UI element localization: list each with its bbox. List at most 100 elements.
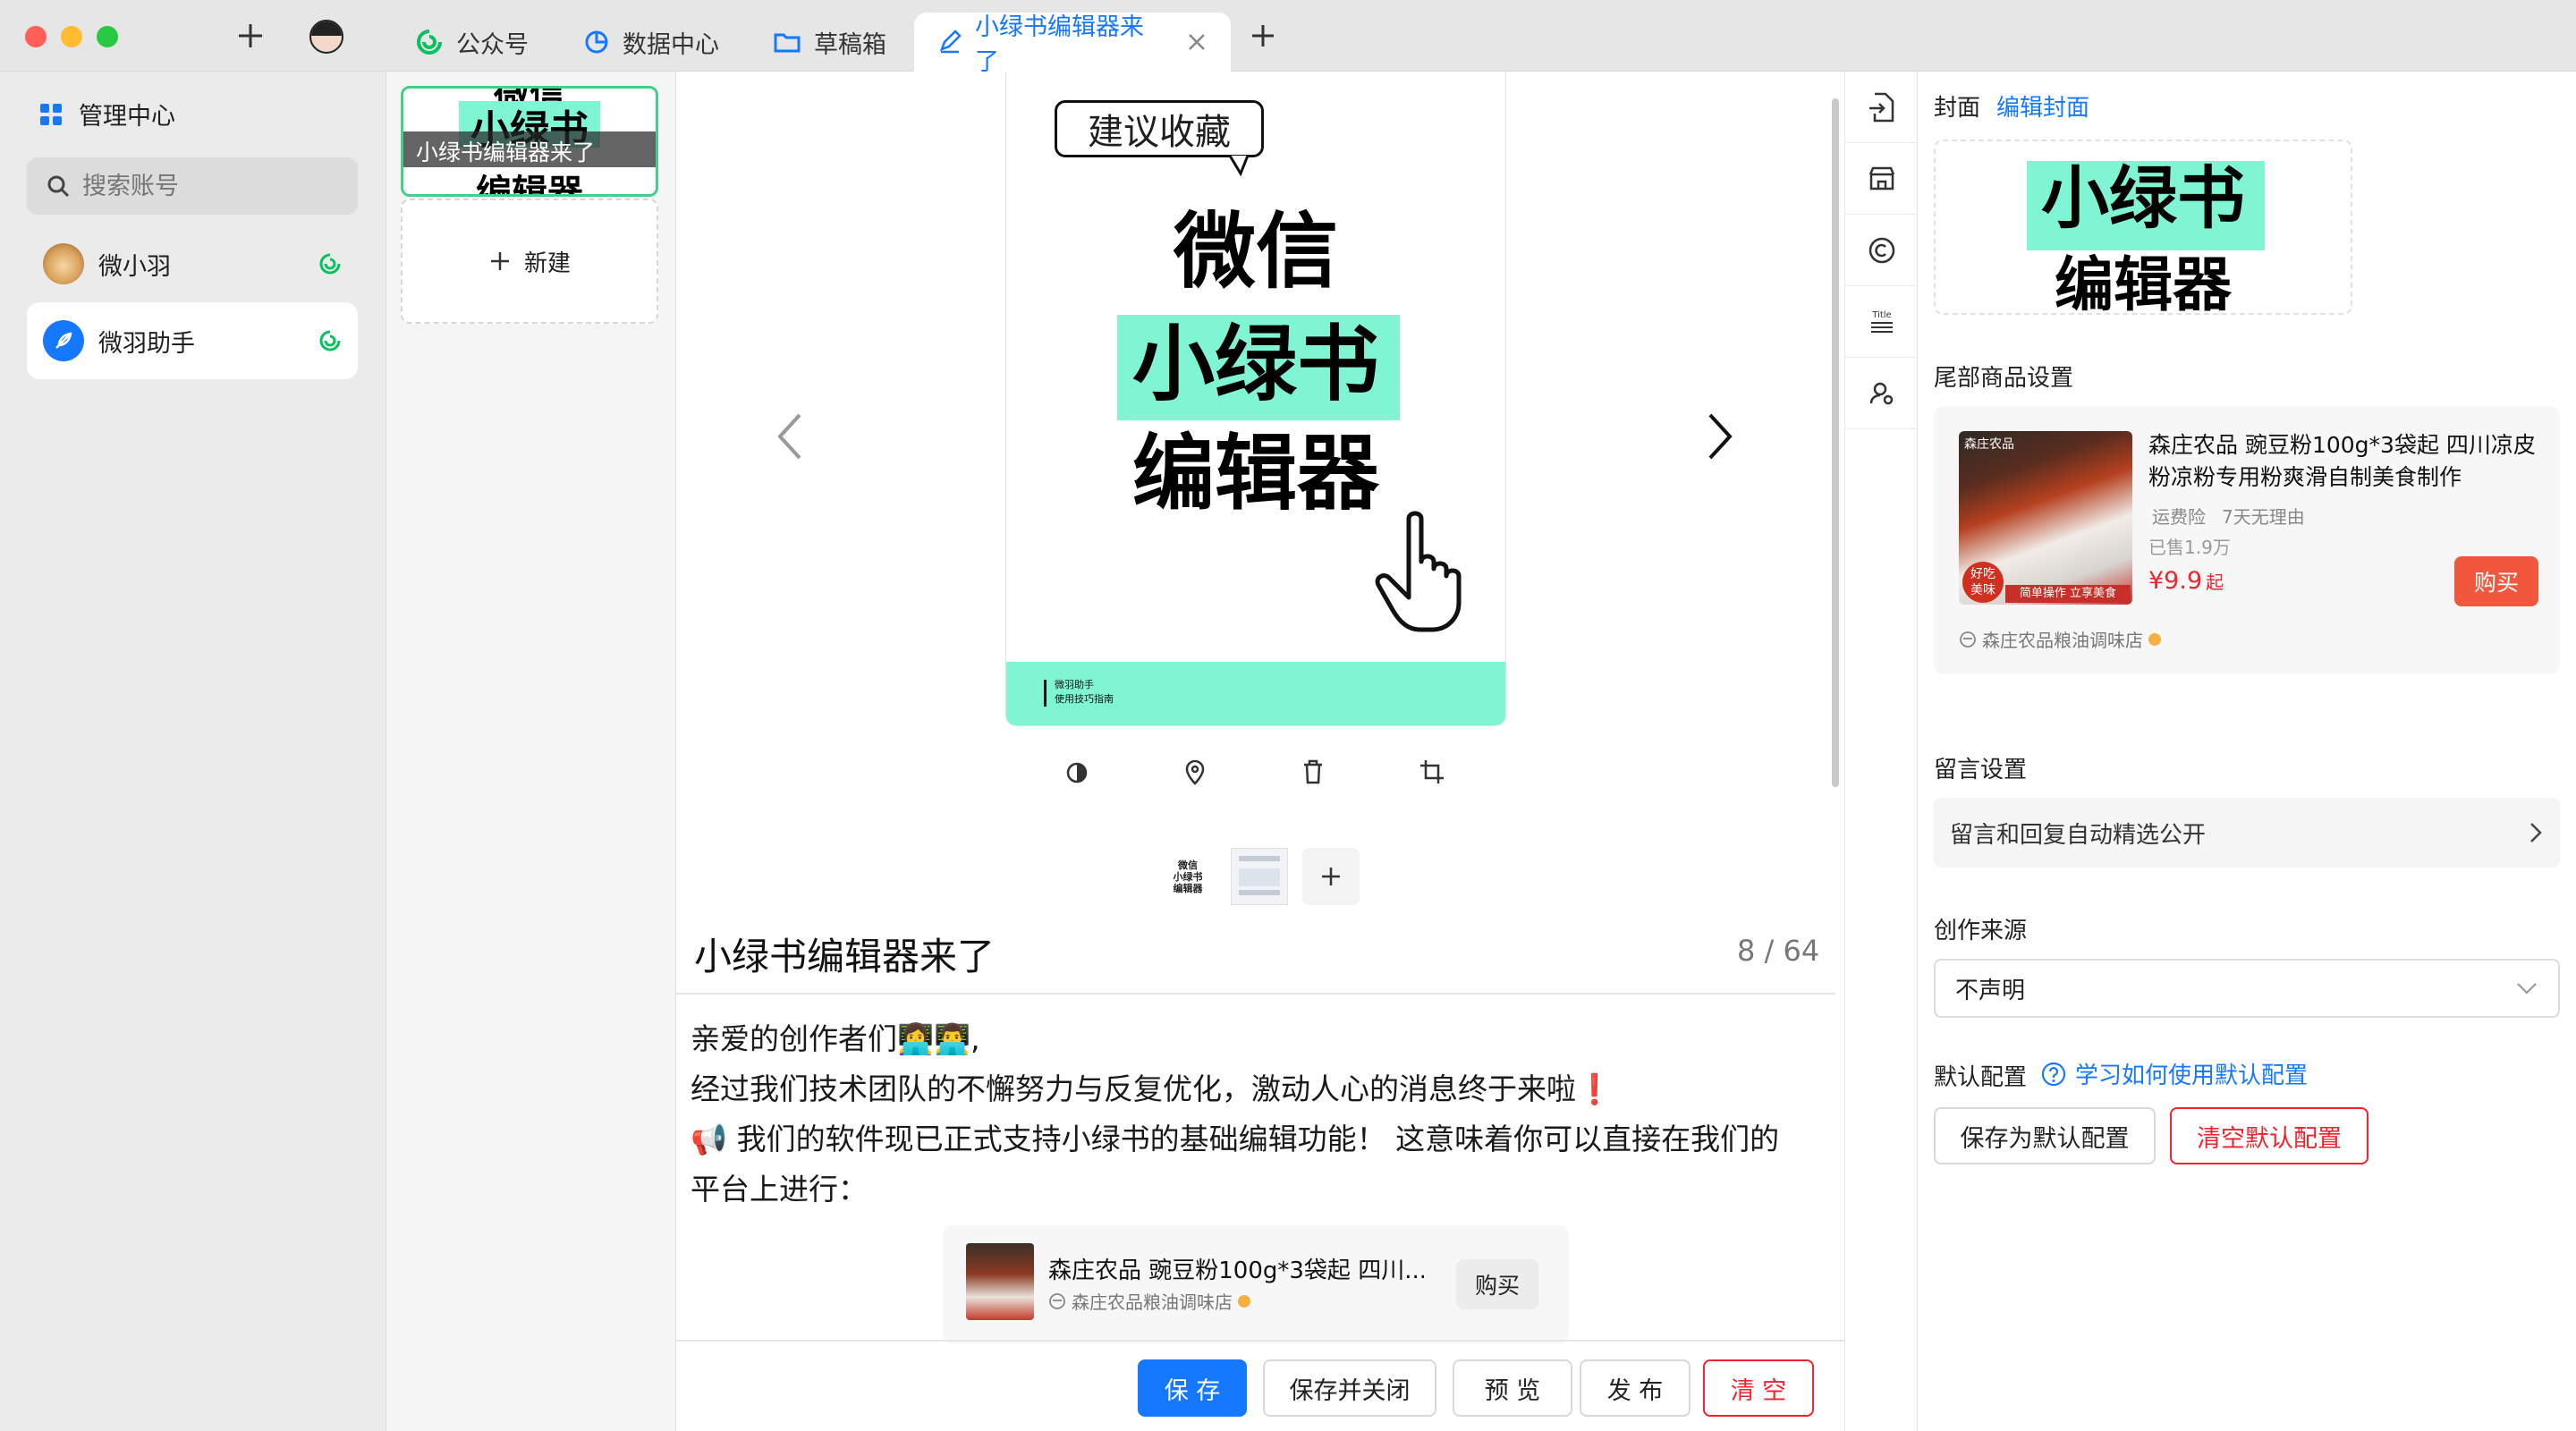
cover-label: 封面 — [1934, 95, 1981, 122]
title-format-icon[interactable]: Title — [1845, 286, 1919, 358]
body-paragraph: 平台上进行： — [691, 1172, 868, 1207]
sync-icon[interactable] — [318, 252, 342, 275]
sync-icon[interactable] — [318, 329, 342, 352]
suggest-bubble: 建议收藏 — [1055, 100, 1264, 157]
account-item-active[interactable]: 微羽助手 — [27, 302, 358, 379]
inline-buy-button[interactable]: 购买 — [1456, 1259, 1538, 1309]
copyright-icon[interactable] — [1845, 215, 1919, 286]
product-shop: 森庄农品粮油调味店 — [1959, 626, 2161, 652]
wechat-icon — [415, 28, 444, 56]
save-and-close-button[interactable]: 保存并关闭 — [1263, 1359, 1436, 1417]
body-paragraph: 经过我们技术团队的不懈努力与反复优化，激动人心的消息终于来啦❗ — [691, 1071, 1614, 1106]
tail-buy-button[interactable]: 购买 — [2454, 556, 2538, 606]
import-doc-icon[interactable] — [1845, 72, 1919, 143]
source-label: 创作来源 — [1934, 918, 2028, 944]
store-icon[interactable] — [1845, 143, 1919, 215]
body-paragraph: 亲爱的创作者们👩‍💻👨‍💻, — [691, 1021, 980, 1056]
left-sidebar: 管理中心 微小羽 微羽助手 — [0, 72, 386, 1431]
image-thumb-2[interactable] — [1231, 848, 1288, 905]
plus-icon — [1322, 868, 1340, 885]
product-name: 森庄农品 豌豆粉100g*3袋起 四川凉皮粉凉粉专用粉爽滑自制美食制作 — [2148, 432, 2536, 490]
shop-icon — [1048, 1292, 1066, 1310]
cover-footer-text: 微羽助手 使用技巧指南 — [1055, 679, 1114, 705]
article-title-input[interactable]: 小绿书编辑器来了 — [694, 927, 995, 981]
search-input[interactable] — [82, 172, 333, 200]
product-name: 森庄农品 豌豆粉100g*3袋起 四川... — [1048, 1257, 1424, 1284]
chevron-down-icon — [2515, 981, 2538, 995]
edit-cover-link[interactable]: 编辑封面 — [1996, 89, 2089, 123]
title-bar: 公众号 数据中心 草稿箱 小绿书编辑器来了 — [0, 0, 2576, 76]
tab-data-center[interactable]: 数据中心 — [560, 13, 742, 72]
feather-logo-icon — [43, 320, 84, 361]
tool-column: Title — [1844, 72, 1919, 1431]
account-item[interactable]: 微小羽 — [27, 225, 358, 302]
product-shop-name: 森庄农品粮油调味店 — [1982, 630, 2143, 651]
next-image-arrow-icon[interactable] — [1701, 410, 1737, 463]
tab-drafts[interactable]: 草稿箱 — [750, 13, 910, 72]
source-select[interactable]: 不声明 — [1934, 959, 2560, 1018]
cover-thumb-line1: 小绿书 — [2041, 158, 2245, 238]
cover-line2: 小绿书 — [1131, 317, 1379, 412]
pie-chart-icon — [583, 29, 610, 55]
image-thumb-1[interactable]: 微信 小绿书 编辑器 — [1159, 848, 1216, 905]
action-bar-divider — [676, 1340, 1844, 1342]
comment-settings-value: 留言和回复自动精选公开 — [1950, 821, 2207, 849]
add-image-button[interactable] — [1302, 848, 1360, 905]
bubble-tail — [1228, 156, 1255, 177]
shop-icon — [1959, 631, 1977, 648]
default-config-label: 默认配置 — [1934, 1064, 2028, 1091]
product-price-value: ¥9.9 — [2148, 567, 2203, 595]
tab-editor[interactable]: 小绿书编辑器来了 — [914, 13, 1231, 76]
minimize-window-button[interactable] — [61, 26, 82, 47]
save-default-button[interactable]: 保存为默认配置 — [1934, 1107, 2156, 1164]
title-divider — [676, 993, 1835, 995]
contrast-icon[interactable] — [1064, 760, 1089, 785]
comment-settings-label: 留言设置 — [1934, 757, 2028, 783]
body-paragraph: 📢 我们的软件现已正式支持小绿书的基础编辑功能！ 这意味着你可以直接在我们的 — [691, 1122, 1780, 1156]
product-image-badge: 好吃 美味 — [1962, 562, 2004, 603]
tail-product-label: 尾部商品设置 — [1934, 365, 2074, 392]
editor-scrollbar[interactable] — [1832, 98, 1839, 787]
new-tab-icon[interactable] — [1247, 20, 1279, 52]
clear-default-button[interactable]: 清空默认配置 — [2170, 1107, 2368, 1164]
cover-thumbnail[interactable]: 小绿书 编辑器 — [1934, 140, 2352, 315]
publish-button[interactable]: 发 布 — [1580, 1359, 1690, 1417]
cover-line3: 编辑器 — [1131, 426, 1379, 521]
user-settings-icon[interactable] — [1845, 358, 1919, 429]
inline-product-card[interactable]: 森庄农品 豌豆粉100g*3袋起 四川... 森庄农品粮油调味店 购买 — [943, 1225, 1569, 1343]
draft-card-active[interactable]: 微信 小绿书 小绿书编辑器来了 编辑器 — [401, 86, 658, 197]
tail-product-card[interactable]: 森庄农品 好吃 美味 简单操作 立享美食 森庄农品 豌豆粉100g*3袋起 四川… — [1934, 406, 2560, 674]
add-account-icon[interactable] — [234, 20, 267, 52]
chevron-right-icon — [2528, 820, 2544, 845]
search-icon — [47, 174, 70, 198]
save-button[interactable]: 保 存 — [1138, 1359, 1247, 1417]
user-avatar[interactable] — [309, 20, 343, 54]
tab-label: 小绿书编辑器来了 — [975, 13, 1144, 76]
cover-thumb-line2: 编辑器 — [2055, 250, 2232, 315]
product-price-suffix: 起 — [2206, 572, 2224, 593]
product-image-brand: 森庄农品 — [1964, 437, 2014, 452]
location-pin-icon[interactable] — [1182, 758, 1208, 785]
account-avatar — [43, 243, 84, 284]
article-body[interactable]: 亲爱的创作者们👩‍💻👨‍💻, 经过我们技术团队的不懈努力与反复优化，激动人心的消… — [691, 1014, 1835, 1215]
product-price: ¥9.9 起 — [2148, 567, 2224, 595]
default-config-help-link[interactable]: 学习如何使用默认配置 — [2041, 1057, 2308, 1090]
crop-icon[interactable] — [1419, 758, 1445, 785]
preview-button[interactable]: 预 览 — [1453, 1359, 1572, 1417]
comment-settings-row[interactable]: 留言和回复自动精选公开 — [1934, 798, 2560, 868]
close-tab-icon[interactable] — [1186, 31, 1208, 53]
product-tag: 7天无理由 — [2222, 506, 2305, 528]
account-search[interactable] — [27, 157, 358, 215]
clear-button[interactable]: 清 空 — [1703, 1359, 1814, 1417]
trash-icon[interactable] — [1301, 758, 1326, 785]
cover-preview[interactable]: 建议收藏 微信 小绿书 编辑器 微羽助手 使用技巧指南 — [1005, 72, 1506, 726]
suggest-bubble-text: 建议收藏 — [1088, 112, 1231, 153]
tab-label: 公众号 — [456, 30, 529, 59]
management-center[interactable]: 管理中心 — [39, 97, 175, 131]
tab-official-account[interactable]: 公众号 — [392, 13, 552, 72]
prev-image-arrow-icon[interactable] — [773, 410, 809, 463]
maximize-window-button[interactable] — [97, 26, 118, 47]
close-window-button[interactable] — [25, 26, 47, 47]
new-draft-button[interactable]: 新建 — [401, 199, 658, 324]
default-config-help-text: 学习如何使用默认配置 — [2075, 1063, 2309, 1089]
